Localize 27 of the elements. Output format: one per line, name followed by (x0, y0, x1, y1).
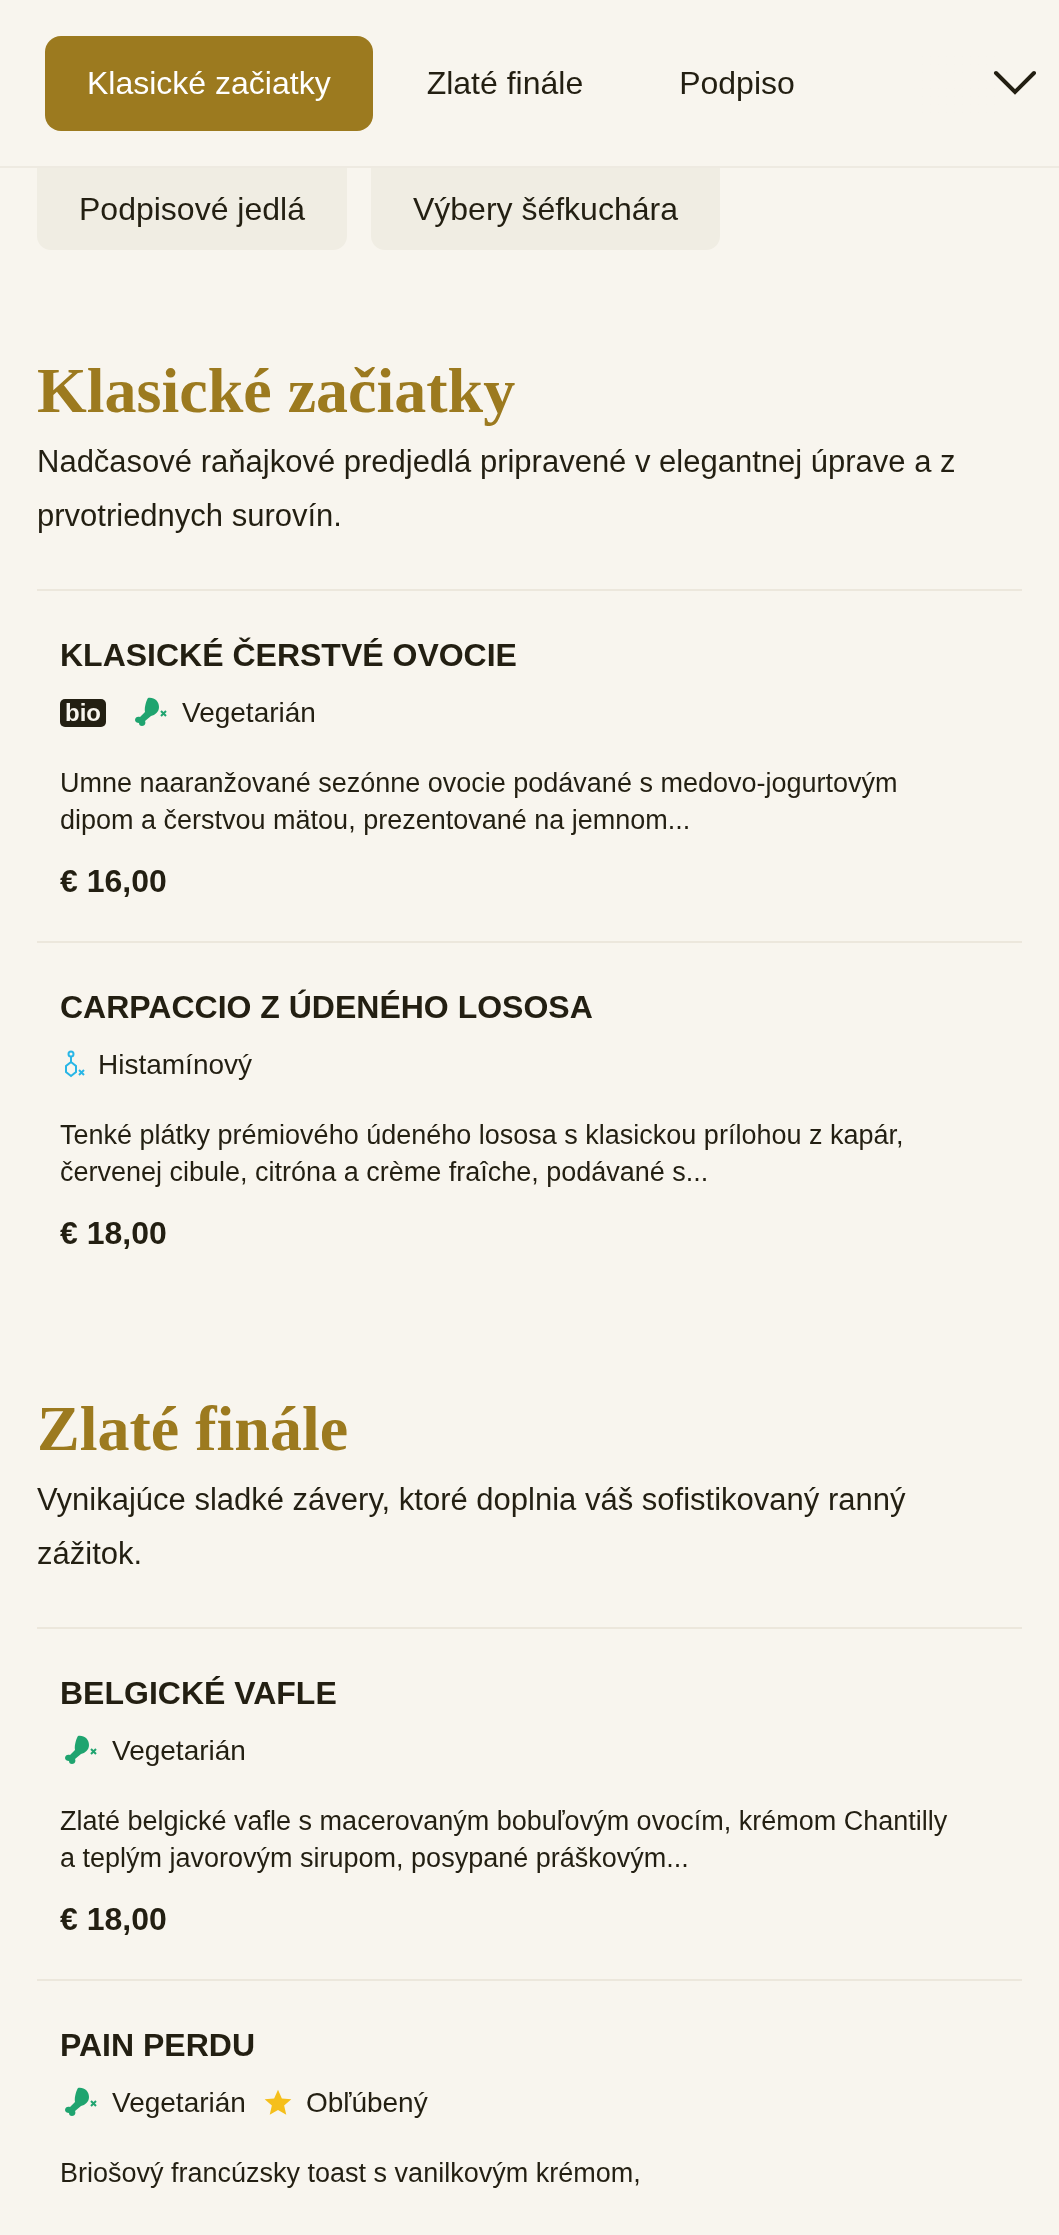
section-title: Zlaté finále (37, 1392, 350, 1466)
diet-label: Vegetarián (112, 2086, 246, 2120)
diet-label: Histamínový (98, 1048, 253, 1082)
dish-title: KLASICKÉ ČERSTVÉ OVOCIE (60, 636, 518, 675)
dish-title: CARPACCIO Z ÚDENÉHO LOSOSA (60, 988, 594, 1027)
diet-label: Vegetarián (112, 1734, 246, 1768)
dish-title: PAIN PERDU (60, 2026, 256, 2065)
favorite-label: Obľúbený (305, 2086, 428, 2120)
bio-badge: bio (60, 699, 106, 727)
category-tab[interactable]: Podpiso (637, 35, 837, 131)
dish-title: BELGICKÉ VAFLE (60, 1674, 338, 1713)
diet-label: Vegetarián (182, 696, 316, 730)
section-description: Nadčasové raňajkové predjedlá pripravené v elegantnej úprave a z prvotriednych surovín. (37, 443, 957, 535)
dish-description: Tenké plátky prémiového údeného lososa s klasickou prílohou z kapár, červenej cibule, citróna a crème fraîche, podávané s... (60, 1119, 905, 1189)
category-chip[interactable]: Výbery šéfkuchára (370, 168, 720, 250)
dish-price: € 18,00 (60, 1214, 168, 1253)
section-description: Vynikajúce sladké závery, ktoré doplnia váš sofistikovaný ranný zážitok. (37, 1481, 907, 1573)
dish-description: Briošový francúzsky toast s vanilkovým krémom, (60, 2157, 642, 2190)
section-title: Klasické začiatky (37, 354, 517, 428)
dish-description: Zlaté belgické vafle s macerovaným bobuľovým ovocím, krémom Chantilly a teplým javorovým sirupom, posypané práškovým... (60, 1805, 949, 1875)
chevron-down-icon[interactable] (993, 70, 1037, 96)
dish-price: € 18,00 (60, 1900, 168, 1939)
dish-description: Umne naaranžované sezónne ovocie podávané s medovo-jogurtovým dipom a čerstvou mätou, prezentované na jemnom... (60, 767, 899, 837)
dish-price: € 16,00 (60, 862, 168, 901)
category-tab[interactable]: Klasické začiatky (45, 35, 373, 131)
category-tab[interactable]: Zlaté finále (384, 35, 626, 131)
category-chip[interactable]: Podpisové jedlá (37, 168, 347, 250)
